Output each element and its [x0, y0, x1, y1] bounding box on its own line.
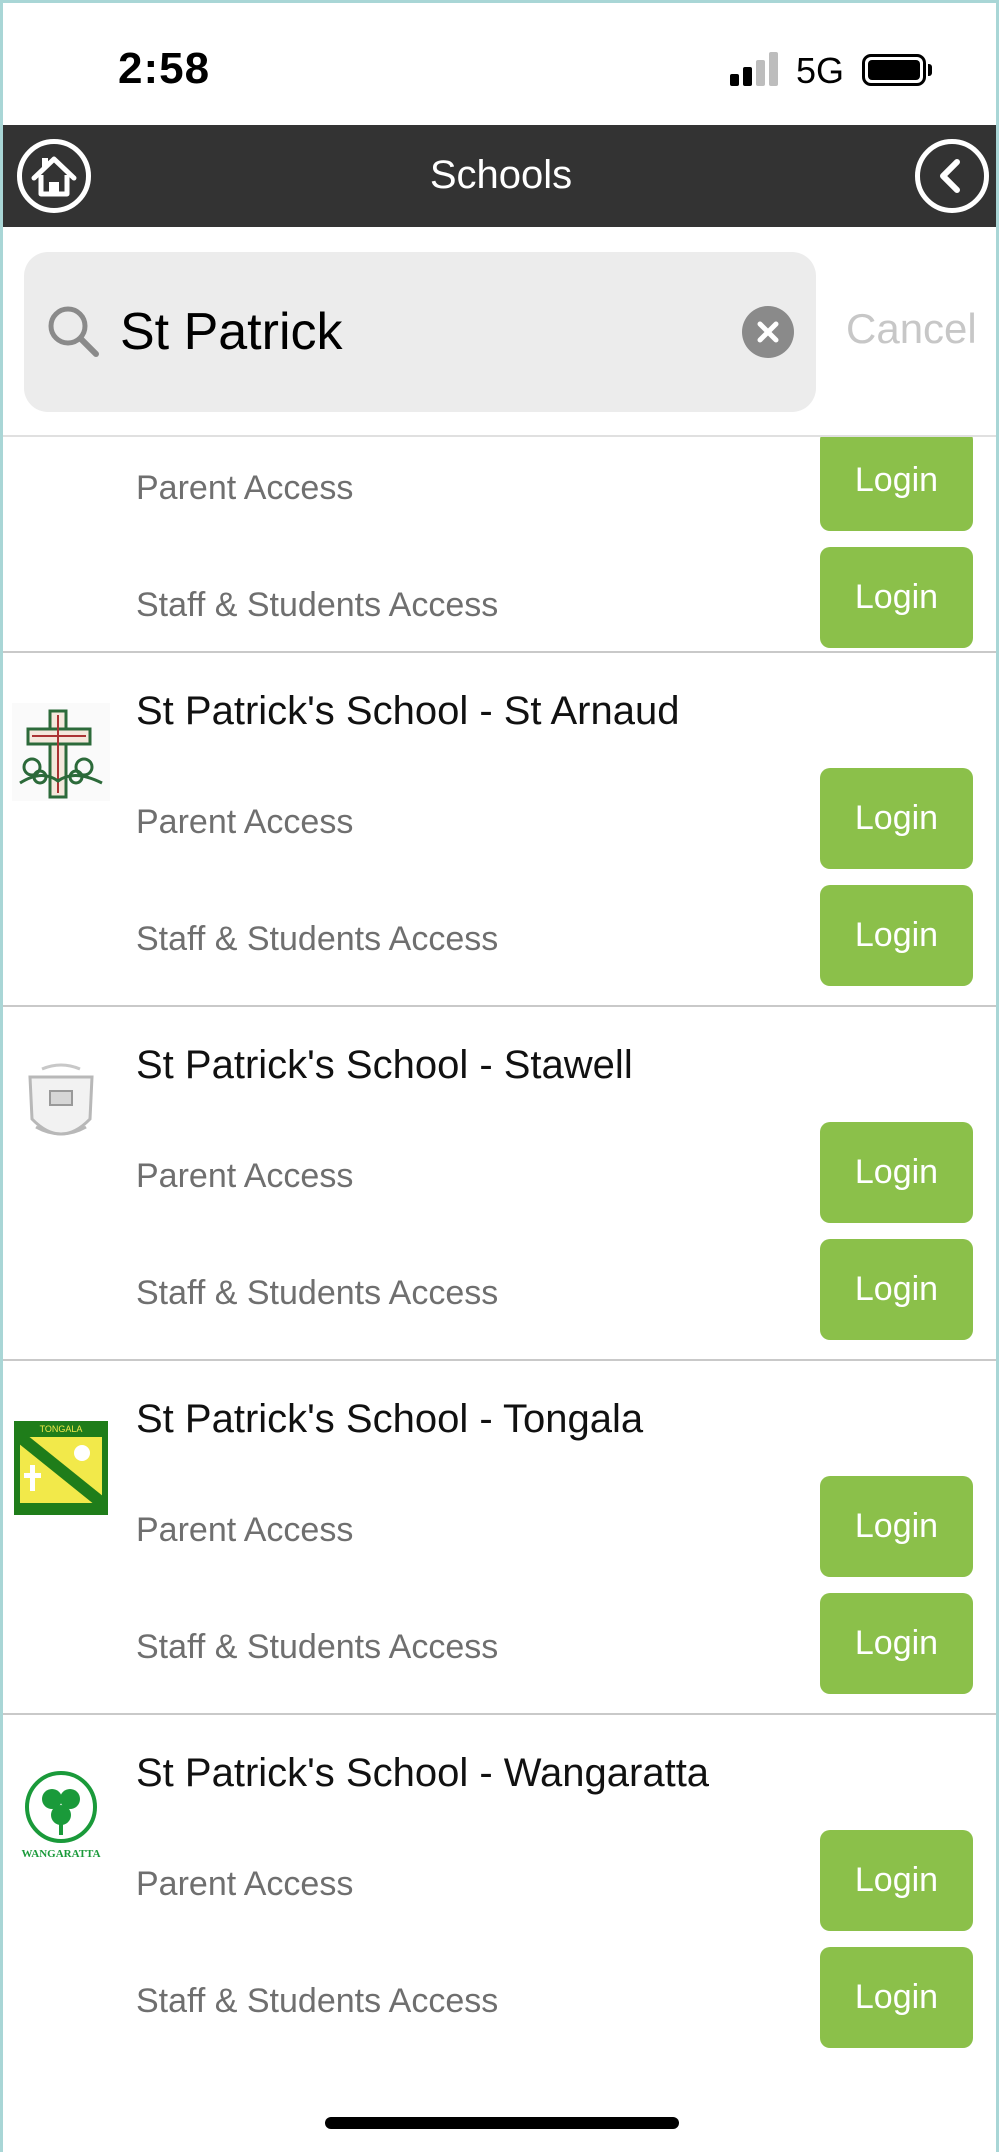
- nav-bar: Schools: [3, 125, 999, 227]
- parent-access-label: Parent Access: [136, 469, 354, 507]
- status-bar: 2:58 5G: [0, 0, 999, 125]
- parent-access-label: Parent Access: [136, 1511, 354, 1549]
- staff-access-label: Staff & Students Access: [136, 1628, 499, 1666]
- back-button[interactable]: [915, 139, 989, 213]
- parent-login-button[interactable]: Login: [820, 1122, 973, 1223]
- parent-login-button[interactable]: Login: [820, 1830, 973, 1931]
- back-chevron-icon: [940, 159, 960, 193]
- school-item: Parent Access Login Staff & Students Acc…: [3, 437, 999, 653]
- search-icon: [48, 306, 99, 357]
- parent-login-button[interactable]: Login: [820, 437, 973, 531]
- search-area: Cancel: [3, 227, 999, 437]
- svg-text:TONGALA: TONGALA: [40, 1424, 83, 1434]
- school-item: St Patrick's School - St Arnaud Parent A…: [3, 653, 999, 1007]
- cancel-button[interactable]: Cancel: [846, 305, 977, 353]
- staff-login-button[interactable]: Login: [820, 547, 973, 648]
- parent-access-label: Parent Access: [136, 1157, 354, 1195]
- school-item: St Patrick's School - Stawell Parent Acc…: [3, 1007, 999, 1361]
- battery-icon: [862, 54, 926, 86]
- svg-text:WANGARATTA: WANGARATTA: [21, 1848, 100, 1860]
- parent-login-button[interactable]: Login: [820, 768, 973, 869]
- st-arnaud-logo: [12, 703, 110, 801]
- staff-login-button[interactable]: Login: [820, 1593, 973, 1694]
- staff-access-label: Staff & Students Access: [136, 920, 499, 958]
- search-input[interactable]: [120, 292, 750, 372]
- staff-access-label: Staff & Students Access: [136, 586, 499, 624]
- parent-access-label: Parent Access: [136, 1865, 354, 1903]
- staff-login-button[interactable]: Login: [820, 885, 973, 986]
- clear-icon: [757, 321, 779, 343]
- status-time: 2:58: [118, 44, 211, 93]
- home-indicator[interactable]: [325, 2117, 679, 2129]
- staff-access-label: Staff & Students Access: [136, 1274, 499, 1312]
- search-box: [24, 252, 816, 412]
- stawell-logo: [12, 1057, 110, 1155]
- network-label: 5G: [796, 50, 845, 91]
- school-name: St Patrick's School - St Arnaud: [136, 689, 680, 733]
- wangaratta-logo: WANGARATTA: [12, 1765, 110, 1863]
- school-name: St Patrick's School - Wangaratta: [136, 1751, 710, 1795]
- clear-search-button[interactable]: [742, 306, 794, 358]
- staff-login-button[interactable]: Login: [820, 1239, 973, 1340]
- school-name: St Patrick's School - Stawell: [136, 1043, 633, 1087]
- school-item: TONGALA St Patrick's School - Tongala Pa…: [3, 1361, 999, 1715]
- parent-login-button[interactable]: Login: [820, 1476, 973, 1577]
- parent-access-label: Parent Access: [136, 803, 354, 841]
- battery-nub: [928, 64, 932, 76]
- staff-login-button[interactable]: Login: [820, 1947, 973, 2048]
- page-title: Schools: [429, 153, 573, 197]
- school-item: WANGARATTA St Patrick's School - Wangara…: [3, 1715, 999, 2069]
- tongala-logo: TONGALA: [14, 1421, 108, 1515]
- signal-icon: [730, 52, 780, 86]
- school-list: Parent Access Login Staff & Students Acc…: [3, 437, 999, 2117]
- school-name: St Patrick's School - Tongala: [136, 1397, 644, 1441]
- staff-access-label: Staff & Students Access: [136, 1982, 499, 2020]
